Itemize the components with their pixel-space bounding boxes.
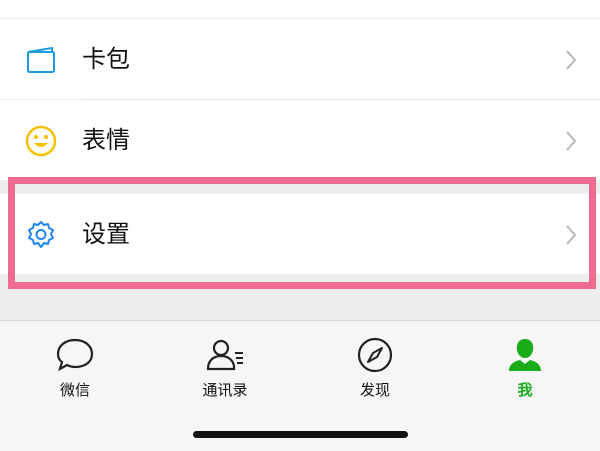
contacts-icon	[205, 335, 245, 375]
tab-chats[interactable]: 微信	[20, 335, 130, 405]
chevron-right-icon	[564, 49, 578, 71]
chevron-right-icon	[564, 224, 578, 246]
menu-row-settings[interactable]: 设置	[0, 194, 600, 274]
person-icon	[505, 335, 545, 375]
compass-icon	[355, 335, 395, 375]
menu-label-stickers: 表情	[82, 126, 130, 154]
home-indicator[interactable]	[193, 431, 408, 438]
chat-bubble-icon	[55, 335, 95, 375]
menu-row-top-partial[interactable]	[0, 0, 600, 18]
tab-label-me: 我	[517, 381, 533, 399]
menu-row-stickers[interactable]: 表情	[0, 100, 600, 180]
tab-me[interactable]: 我	[470, 335, 580, 405]
smiley-face-icon	[24, 124, 58, 158]
tab-label-contacts: 通讯录	[202, 381, 248, 399]
tab-contacts[interactable]: 通讯录	[170, 335, 280, 405]
tab-discover[interactable]: 发现	[320, 335, 430, 405]
tab-label-discover: 发现	[359, 381, 390, 399]
menu-row-card-wallet[interactable]: 卡包	[0, 19, 600, 99]
menu-label-settings: 设置	[82, 220, 130, 248]
gear-icon	[24, 218, 58, 252]
tab-label-chats: 微信	[59, 381, 90, 399]
chevron-right-icon	[564, 130, 578, 152]
menu-label-card-wallet: 卡包	[82, 45, 130, 73]
card-wallet-icon	[24, 43, 58, 77]
